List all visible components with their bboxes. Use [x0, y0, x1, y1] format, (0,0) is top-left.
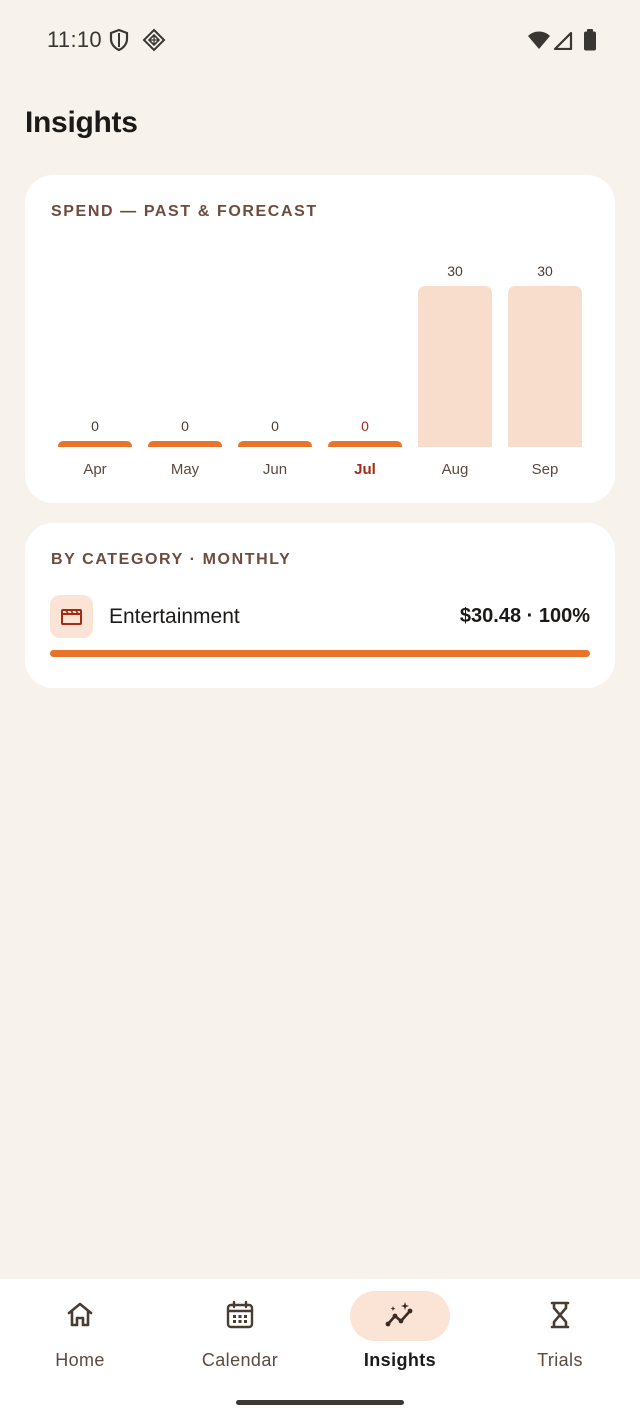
- category-card: BY CATEGORY · MONTHLY Entertainment $30.…: [25, 523, 615, 688]
- chart-category-label-apr: Apr: [83, 461, 106, 478]
- category-card-heading: BY CATEGORY · MONTHLY: [51, 551, 292, 568]
- chart-category-label-jul: Jul: [354, 461, 376, 478]
- battery-icon: [584, 29, 596, 51]
- chart-value-label-aug: 30: [447, 263, 463, 279]
- vpn-diamond-icon: [142, 28, 166, 52]
- calendar-icon: [226, 1300, 254, 1329]
- chart-value-label-jun: 0: [271, 418, 279, 434]
- nav-label-trials: Trials: [537, 1350, 583, 1370]
- page-title: Insights: [25, 106, 138, 139]
- chart-bar-aug: [418, 286, 492, 447]
- hourglass-icon: [550, 1301, 570, 1329]
- category-amount: $30.48 · 100%: [459, 605, 590, 627]
- cellular-signal-icon: [553, 31, 573, 50]
- film-clapper-icon: [61, 609, 82, 625]
- chart-bar-jun: [238, 441, 312, 447]
- status-time: 11:10: [47, 27, 102, 52]
- nav-label-calendar: Calendar: [201, 1350, 279, 1370]
- chart-category-label-jun: Jun: [263, 461, 287, 478]
- chart-category-label-sep: Sep: [532, 461, 559, 478]
- category-name: Entertainment: [109, 605, 240, 628]
- chart-bar-jul: [328, 441, 402, 447]
- chart-value-label-jul: 0: [361, 418, 369, 434]
- chart-bar-sep: [508, 286, 582, 447]
- nav-label-home: Home: [55, 1350, 105, 1370]
- category-share-fill: [50, 650, 590, 657]
- nav-label-insights: Insights: [363, 1350, 437, 1370]
- chart-value-label-sep: 30: [537, 263, 553, 279]
- wifi-icon: [528, 31, 550, 49]
- home-icon: [67, 1302, 93, 1327]
- chart-bar-apr: [58, 441, 132, 447]
- nav-item-insights[interactable]: Insights: [320, 1279, 480, 1389]
- chart-value-label-may: 0: [181, 418, 189, 434]
- nav-item-home[interactable]: Home: [0, 1279, 160, 1389]
- category-icon-box: [50, 595, 93, 638]
- nav-item-trials[interactable]: Trials: [480, 1279, 640, 1389]
- chart-category-label-may: May: [171, 461, 200, 478]
- spend-card: SPEND — PAST & FORECAST 0 Apr 0 May 0 Jun 0 Jul…: [25, 175, 615, 503]
- gesture-handle[interactable]: [236, 1400, 404, 1405]
- spend-bar-chart: 0 Apr 0 May 0 Jun 0 Jul 30 Aug 30 Sep: [58, 263, 582, 478]
- chart-category-label-aug: Aug: [442, 461, 469, 478]
- chart-bar-may: [148, 441, 222, 447]
- category-share-bar: [50, 650, 590, 657]
- status-bar: 11:10: [0, 0, 640, 80]
- nav-item-calendar[interactable]: Calendar: [160, 1279, 320, 1389]
- chart-value-label-apr: 0: [91, 418, 99, 434]
- shield-icon: [109, 28, 129, 52]
- insights-icon: [385, 1302, 413, 1327]
